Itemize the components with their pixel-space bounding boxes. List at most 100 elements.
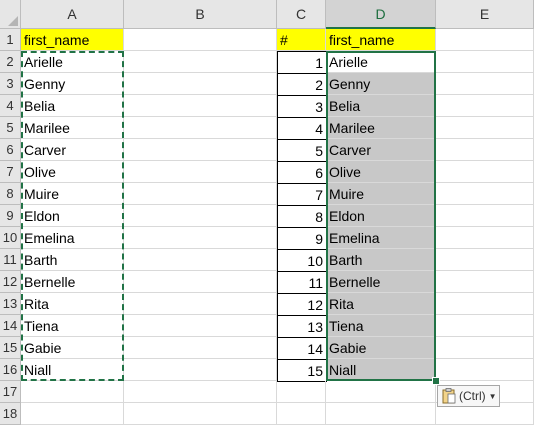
column-header-b[interactable]: B	[124, 0, 277, 29]
cell-d-name[interactable]: Olive	[326, 161, 436, 183]
row-header[interactable]: 16	[0, 359, 21, 381]
fill-handle[interactable]	[432, 377, 440, 385]
cell-d-name[interactable]: Niall	[326, 359, 436, 381]
cell-c-number[interactable]: 2	[277, 73, 327, 96]
cell-empty[interactable]	[436, 117, 534, 139]
cell-a-name[interactable]: Eldon	[21, 205, 124, 227]
cell-c-number[interactable]: 1	[277, 51, 327, 74]
cell-empty[interactable]	[124, 227, 277, 249]
row-header[interactable]: 18	[0, 403, 21, 425]
cell-a-name[interactable]: Niall	[21, 359, 124, 381]
cell-c-number[interactable]: 13	[277, 315, 327, 338]
cell-d-name[interactable]: Gabie	[326, 337, 436, 359]
cell-d-name[interactable]: Rita	[326, 293, 436, 315]
row-header[interactable]: 8	[0, 183, 21, 205]
cell-empty[interactable]	[124, 249, 277, 271]
cell-empty[interactable]	[124, 73, 277, 95]
row-header[interactable]: 1	[0, 29, 21, 51]
cell-c-number[interactable]: 3	[277, 95, 327, 118]
cell-empty[interactable]	[124, 139, 277, 161]
cell-c-number[interactable]: 8	[277, 205, 327, 228]
cell-empty[interactable]	[436, 227, 534, 249]
cell-empty[interactable]	[436, 359, 534, 381]
cell-a-name[interactable]: Emelina	[21, 227, 124, 249]
cell-empty[interactable]	[436, 139, 534, 161]
cell-empty[interactable]	[124, 117, 277, 139]
cell-a-name[interactable]: Belia	[21, 95, 124, 117]
paste-options-button[interactable]: (Ctrl) ▼	[437, 385, 500, 407]
cell-c-number[interactable]: 7	[277, 183, 327, 206]
row-header[interactable]: 12	[0, 271, 21, 293]
row-header[interactable]: 2	[0, 51, 21, 73]
cell-a-name[interactable]: Gabie	[21, 337, 124, 359]
cell-d-name[interactable]: Belia	[326, 95, 436, 117]
column-header-e[interactable]: E	[436, 0, 534, 29]
cell-empty[interactable]	[436, 271, 534, 293]
cell-a-name[interactable]: Bernelle	[21, 271, 124, 293]
cell-a-name[interactable]: Carver	[21, 139, 124, 161]
select-all-corner[interactable]	[0, 0, 21, 29]
cell-a-name[interactable]: Muire	[21, 183, 124, 205]
cell-a-name[interactable]: Barth	[21, 249, 124, 271]
cell-empty[interactable]	[21, 403, 124, 425]
cell-empty[interactable]	[21, 381, 124, 403]
cell-e1[interactable]	[436, 29, 534, 51]
cell-empty[interactable]	[124, 161, 277, 183]
cell-d-name[interactable]: Muire	[326, 183, 436, 205]
cell-empty[interactable]	[436, 73, 534, 95]
cell-empty[interactable]	[436, 249, 534, 271]
cell-empty[interactable]	[124, 183, 277, 205]
cell-a-name[interactable]: Arielle	[21, 51, 124, 73]
cell-empty[interactable]	[436, 315, 534, 337]
cell-empty[interactable]	[124, 359, 277, 381]
cell-empty[interactable]	[326, 403, 436, 425]
cell-d-name[interactable]: Barth	[326, 249, 436, 271]
cell-a-name[interactable]: Olive	[21, 161, 124, 183]
cell-empty[interactable]	[124, 403, 277, 425]
cell-empty[interactable]	[436, 183, 534, 205]
cell-empty[interactable]	[124, 381, 277, 403]
cell-d-name[interactable]: Eldon	[326, 205, 436, 227]
cell-empty[interactable]	[124, 95, 277, 117]
row-header[interactable]: 10	[0, 227, 21, 249]
row-header[interactable]: 9	[0, 205, 21, 227]
cell-d-name[interactable]: Genny	[326, 73, 436, 95]
cell-a1-header[interactable]: first_name	[21, 29, 124, 51]
cell-a-name[interactable]: Genny	[21, 73, 124, 95]
spreadsheet-grid[interactable]: A B C D E 1 2 3 4 5 6 7 8 9 10 11 12 13 …	[0, 0, 534, 428]
cell-a-name[interactable]: Rita	[21, 293, 124, 315]
cell-empty[interactable]	[436, 51, 534, 73]
cell-d-name[interactable]: Marilee	[326, 117, 436, 139]
cell-d-name[interactable]: Tiena	[326, 315, 436, 337]
row-header[interactable]: 17	[0, 381, 21, 403]
cell-empty[interactable]	[436, 95, 534, 117]
cell-c-number[interactable]: 15	[277, 359, 327, 382]
cell-c1-header[interactable]: #	[277, 29, 326, 51]
cell-empty[interactable]	[277, 381, 326, 403]
cell-c-number[interactable]: 14	[277, 337, 327, 360]
cell-empty[interactable]	[124, 271, 277, 293]
cell-c-number[interactable]: 12	[277, 293, 327, 316]
column-header-d[interactable]: D	[326, 0, 436, 29]
row-header[interactable]: 11	[0, 249, 21, 271]
row-header[interactable]: 7	[0, 161, 21, 183]
cell-d-name[interactable]: Emelina	[326, 227, 436, 249]
cell-a-name[interactable]: Tiena	[21, 315, 124, 337]
cell-empty[interactable]	[124, 337, 277, 359]
cell-d-name[interactable]: Carver	[326, 139, 436, 161]
row-header[interactable]: 6	[0, 139, 21, 161]
row-header[interactable]: 3	[0, 73, 21, 95]
row-header[interactable]: 14	[0, 315, 21, 337]
cell-empty[interactable]	[436, 205, 534, 227]
cell-c-number[interactable]: 9	[277, 227, 327, 250]
cell-d1-header[interactable]: first_name	[326, 29, 436, 51]
cell-c-number[interactable]: 5	[277, 139, 327, 162]
cell-empty[interactable]	[436, 337, 534, 359]
column-header-c[interactable]: C	[277, 0, 326, 29]
cell-empty[interactable]	[326, 381, 436, 403]
cell-empty[interactable]	[124, 315, 277, 337]
cell-empty[interactable]	[124, 51, 277, 73]
cell-a-name[interactable]: Marilee	[21, 117, 124, 139]
row-header[interactable]: 15	[0, 337, 21, 359]
cell-empty[interactable]	[124, 205, 277, 227]
